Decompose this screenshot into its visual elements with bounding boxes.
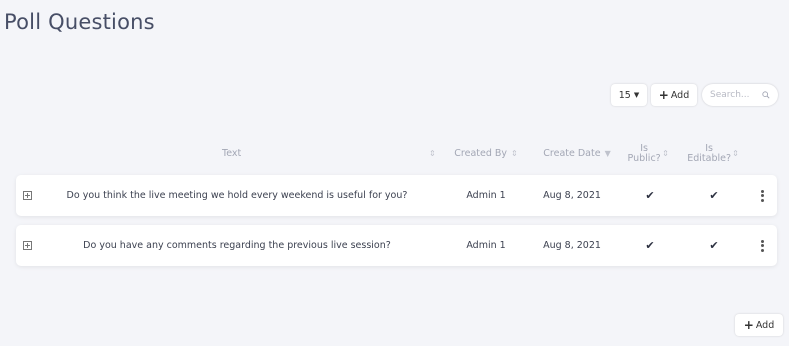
sort-icon: ⇕ (429, 149, 436, 158)
search-box[interactable] (702, 84, 778, 106)
expand-row-button[interactable] (20, 175, 34, 216)
question-text: Do you think the live meeting we hold ev… (66, 190, 408, 201)
table-row[interactable]: Do you think the live meeting we hold ev… (16, 175, 777, 216)
row-menu-button[interactable] (754, 225, 770, 266)
column-header-text[interactable]: Text ⇕ (16, 140, 456, 168)
column-header-is-public[interactable]: Is Public? ⇕ (620, 140, 676, 168)
column-header-create-date-label: Create Date (543, 148, 601, 159)
add-button-label: Add (670, 89, 690, 101)
add-button-label: Add (755, 319, 775, 331)
table-toolbar: 15 ▼ + Add (611, 84, 778, 106)
created-by-cell: Admin 1 (466, 240, 506, 251)
column-header-is-editable-label: Is Editable? (687, 143, 732, 164)
kebab-menu-icon (760, 189, 764, 202)
sort-icon: ⇕ (662, 149, 669, 158)
caret-down-icon: ▼ (633, 91, 640, 99)
add-button-bottom[interactable]: + Add (735, 314, 783, 336)
column-header-is-public-label: Is Public? (627, 143, 661, 164)
checkmark-icon: ✔ (709, 239, 719, 252)
checkmark-icon: ✔ (645, 239, 655, 252)
column-header-is-editable[interactable]: Is Editable? ⇕ (682, 140, 744, 168)
page-title: Poll Questions (4, 10, 155, 34)
checkmark-icon: ✔ (645, 189, 655, 202)
column-header-created-by-label: Created By (454, 148, 508, 159)
plus-square-icon (22, 191, 32, 200)
created-by-cell: Admin 1 (466, 190, 506, 201)
sort-icon: ⇕ (732, 149, 739, 158)
row-menu-button[interactable] (754, 175, 770, 216)
column-header-create-date[interactable]: Create Date ▼ (536, 140, 618, 168)
page-size-dropdown[interactable]: 15 ▼ (611, 84, 647, 106)
page-size-value: 15 (618, 89, 631, 101)
create-date-cell: Aug 8, 2021 (543, 190, 601, 201)
sort-icon: ⇕ (511, 149, 518, 158)
search-input[interactable] (710, 90, 758, 100)
kebab-menu-icon (760, 239, 764, 252)
create-date-cell: Aug 8, 2021 (543, 240, 601, 251)
sort-descending-icon: ▼ (604, 149, 611, 158)
expand-row-button[interactable] (20, 225, 34, 266)
plus-icon: + (743, 318, 754, 332)
table-row[interactable]: Do you have any comments regarding the p… (16, 225, 777, 266)
plus-square-icon (22, 241, 32, 250)
add-button[interactable]: + Add (651, 84, 697, 106)
column-header-text-label: Text (222, 148, 242, 159)
plus-icon: + (658, 88, 669, 102)
question-text: Do you have any comments regarding the p… (83, 240, 391, 251)
table-header: Text ⇕ Created By ⇕ Create Date ▼ Is Pub… (16, 140, 777, 168)
search-icon[interactable] (762, 90, 770, 100)
checkmark-icon: ✔ (709, 189, 719, 202)
column-header-created-by[interactable]: Created By ⇕ (450, 140, 522, 168)
